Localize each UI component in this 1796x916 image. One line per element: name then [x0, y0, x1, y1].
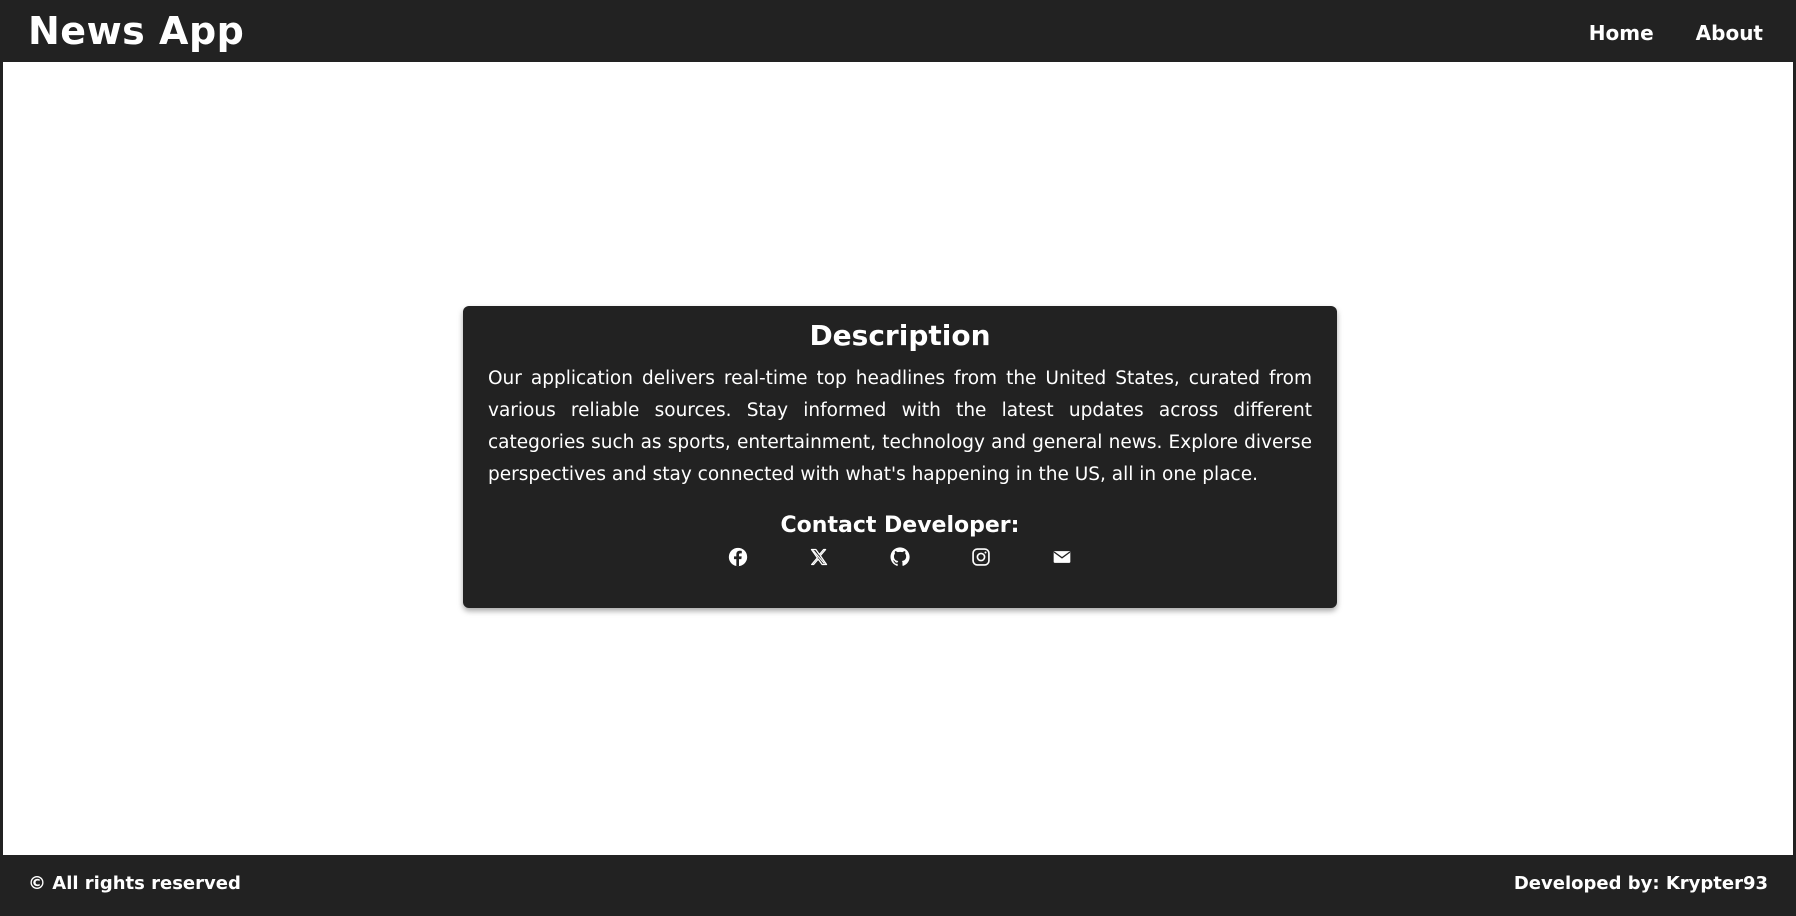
contact-title: Contact Developer: — [780, 513, 1020, 538]
description-card: Description Our application delivers rea… — [463, 306, 1337, 608]
social-icons — [488, 547, 1312, 567]
navbar: News App Home About — [3, 3, 1793, 62]
description-text: Our application delivers real-time top h… — [488, 368, 1312, 485]
card-title: Description — [809, 319, 991, 352]
copyright-text: © All rights reserved — [28, 873, 241, 894]
instagram-icon — [971, 547, 991, 567]
nav-link-about[interactable]: About — [1696, 20, 1763, 46]
github-icon — [890, 547, 910, 567]
nav-link-home[interactable]: Home — [1589, 20, 1654, 46]
instagram-link[interactable] — [971, 547, 991, 567]
github-link[interactable] — [890, 547, 910, 567]
email-link[interactable] — [1052, 547, 1072, 567]
x-twitter-icon — [809, 547, 829, 567]
facebook-icon — [728, 547, 748, 567]
footer: © All rights reserved Developed by: Kryp… — [3, 855, 1793, 913]
nav-links: Home About — [1589, 20, 1763, 46]
brand-logo[interactable]: News App — [28, 9, 244, 53]
email-icon — [1052, 547, 1072, 567]
main-content: Description Our application delivers rea… — [3, 62, 1793, 855]
developer-credit: Developed by: Krypter93 — [1513, 873, 1768, 894]
app-frame: News App Home About Description Our appl… — [3, 3, 1793, 913]
x-twitter-link[interactable] — [809, 547, 829, 567]
facebook-link[interactable] — [728, 547, 748, 567]
